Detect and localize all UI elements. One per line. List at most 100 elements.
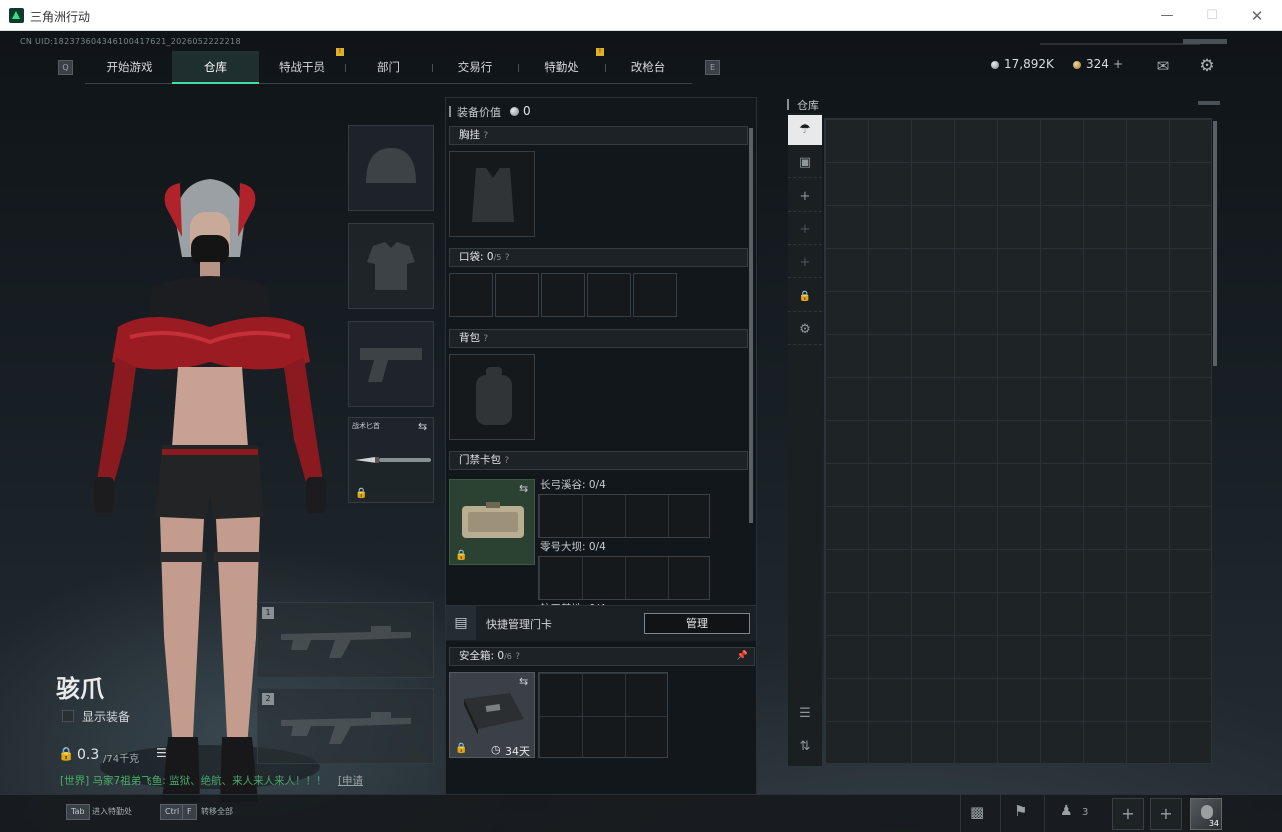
maximize-button[interactable]: ☐ xyxy=(1202,6,1222,26)
sort-icon[interactable]: ⇅ xyxy=(788,732,822,762)
chat-channel: [世界] xyxy=(60,775,90,787)
pockets-header: 口袋: 0/5 ? xyxy=(449,248,748,267)
mail-icon[interactable]: ✉ xyxy=(1152,55,1174,77)
armor-vest-icon xyxy=(367,242,415,290)
premium-coin-amount: 324 xyxy=(1086,57,1109,71)
hafu-coin-icon xyxy=(991,61,999,69)
safe-box-header: 安全箱: 0/6 ? 📌 xyxy=(449,647,755,666)
warehouse-tab-all-icon[interactable]: ☂ xyxy=(788,115,822,145)
rifle-icon xyxy=(280,626,411,658)
tab-operators[interactable]: 特战干员 xyxy=(259,51,345,84)
divider xyxy=(960,795,961,832)
tab-separator xyxy=(432,64,433,72)
tab-separator xyxy=(345,64,346,72)
pistol-slot[interactable] xyxy=(348,321,434,407)
swap-icon[interactable]: ⇆ xyxy=(519,482,528,495)
pockets-label: 口袋: xyxy=(459,251,484,263)
stats-chart-icon[interactable]: ▩ xyxy=(970,803,984,821)
header-deco-line xyxy=(1040,43,1200,45)
safe-box-slot[interactable]: ⇆ 🔒 ◷ 34天 xyxy=(449,672,535,758)
flag-icon[interactable]: ⚑ xyxy=(1014,802,1027,820)
melee-item-label: 战术匕首 xyxy=(352,422,380,430)
keycard-map-label: 长弓溪谷: 0/4 xyxy=(540,479,606,491)
stack-layers-icon[interactable]: ☰ xyxy=(788,699,822,729)
app-logo-icon xyxy=(9,8,24,23)
safe-box-label: 安全箱: xyxy=(459,650,495,662)
primary-weapon-slot-1[interactable]: 1 xyxy=(257,602,434,678)
quick-manage-label: 快捷管理门卡 xyxy=(486,618,552,631)
primary-weapon-slot-2[interactable]: 2 xyxy=(257,688,434,764)
chest-rig-slot[interactable] xyxy=(449,151,535,237)
premium-coin-add-button[interactable]: + xyxy=(1113,57,1123,71)
helmet-slot[interactable] xyxy=(348,125,434,211)
pocket-slot[interactable] xyxy=(541,273,585,317)
add-teammate-button[interactable]: + xyxy=(1112,798,1144,830)
pistol-icon xyxy=(360,348,422,382)
nav-prev-key[interactable]: Q xyxy=(58,60,73,75)
section-marker xyxy=(449,106,451,117)
tab-gunsmith[interactable]: 改枪台 xyxy=(605,51,691,84)
backpack-icon xyxy=(476,367,512,425)
add-teammate-button[interactable]: + xyxy=(1150,798,1182,830)
help-icon[interactable]: ? xyxy=(505,253,510,263)
tab-trading[interactable]: 交易行 xyxy=(432,51,518,84)
weapon-slot-number: 2 xyxy=(262,693,274,705)
warehouse-settings-icon[interactable]: ⚙ xyxy=(788,315,822,345)
backpack-slot[interactable] xyxy=(449,354,535,440)
world-chat-line[interactable]: [世界] 马家7祖弟飞鱼: 监狱、绝航、来人来人来人！！！ [申请 xyxy=(60,773,363,788)
chest-rig-label: 胸挂 xyxy=(459,129,480,141)
swap-icon[interactable]: ⇆ xyxy=(519,675,528,688)
keycard-row[interactable] xyxy=(538,494,710,538)
f-keycap: F xyxy=(182,804,197,820)
add-warehouse-tab-icon[interactable]: + xyxy=(788,182,822,212)
safe-box-max: /6 xyxy=(504,652,512,661)
close-button[interactable]: ✕ xyxy=(1247,6,1267,26)
tactical-knife-icon xyxy=(355,457,431,463)
tab-department[interactable]: 部门 xyxy=(345,51,432,84)
game-viewport: CN UID:182373604346100417621_20260522222… xyxy=(0,31,1282,832)
rifle-icon xyxy=(280,712,411,744)
tab-start-game[interactable]: 开始游戏 xyxy=(87,51,172,84)
pocket-slot[interactable] xyxy=(587,273,631,317)
pin-icon[interactable]: 📌 xyxy=(737,648,748,665)
locked-tab-icon[interactable]: 🔒 xyxy=(788,282,822,312)
transfer-all-hint[interactable]: 转移全部 xyxy=(201,806,233,817)
safe-box-grid[interactable] xyxy=(538,672,668,758)
body-armor-slot[interactable] xyxy=(348,223,434,309)
show-equipment-checkbox[interactable] xyxy=(62,710,74,722)
player-avatar[interactable]: 34 xyxy=(1190,798,1222,830)
enter-special-ops-hint[interactable]: 进入特勤处 xyxy=(92,806,132,817)
minimize-button[interactable]: — xyxy=(1157,6,1177,26)
helmet-icon xyxy=(366,148,416,183)
warehouse-tab-2-icon[interactable]: ▣ xyxy=(788,148,822,178)
friends-online-count: 3 xyxy=(1082,807,1089,818)
help-icon[interactable]: ? xyxy=(483,131,488,141)
nav-next-key[interactable]: E xyxy=(705,60,720,75)
tab-warehouse[interactable]: 仓库 xyxy=(172,51,259,84)
add-warehouse-tab-icon[interactable]: + xyxy=(788,215,822,245)
pocket-slot[interactable] xyxy=(633,273,677,317)
help-icon[interactable]: ? xyxy=(483,334,488,344)
help-icon[interactable]: ? xyxy=(515,652,520,662)
keycard-row[interactable] xyxy=(538,556,710,600)
chat-apply-link[interactable]: [申请 xyxy=(338,775,363,787)
add-warehouse-tab-icon[interactable]: + xyxy=(788,248,822,278)
warehouse-scrollbar[interactable] xyxy=(1213,121,1217,366)
show-equipment-label: 显示装备 xyxy=(82,710,131,724)
avatar-portrait xyxy=(1201,805,1213,819)
help-icon[interactable]: ? xyxy=(504,456,509,466)
keycard-bag-slot[interactable]: ⇆ 🔒 xyxy=(449,479,535,565)
avatar-level: 34 xyxy=(1208,819,1219,828)
warehouse-grid[interactable] xyxy=(824,118,1212,764)
settings-gear-icon[interactable]: ⚙ xyxy=(1196,55,1218,77)
pocket-slot[interactable] xyxy=(449,273,493,317)
swap-icon[interactable]: ⇆ xyxy=(418,420,427,433)
lock-icon: 🔒 xyxy=(455,743,468,754)
friends-icon[interactable]: ♟ xyxy=(1060,803,1073,819)
pocket-slot[interactable] xyxy=(495,273,539,317)
manage-button[interactable]: 管理 xyxy=(644,613,750,634)
equipment-scrollbar[interactable] xyxy=(749,128,753,523)
melee-slot[interactable]: 战术匕首 ⇆ 🔒 xyxy=(348,417,434,503)
tab-special-ops[interactable]: 特勤处 xyxy=(518,51,605,84)
list-icon[interactable]: ☰ xyxy=(156,746,167,760)
